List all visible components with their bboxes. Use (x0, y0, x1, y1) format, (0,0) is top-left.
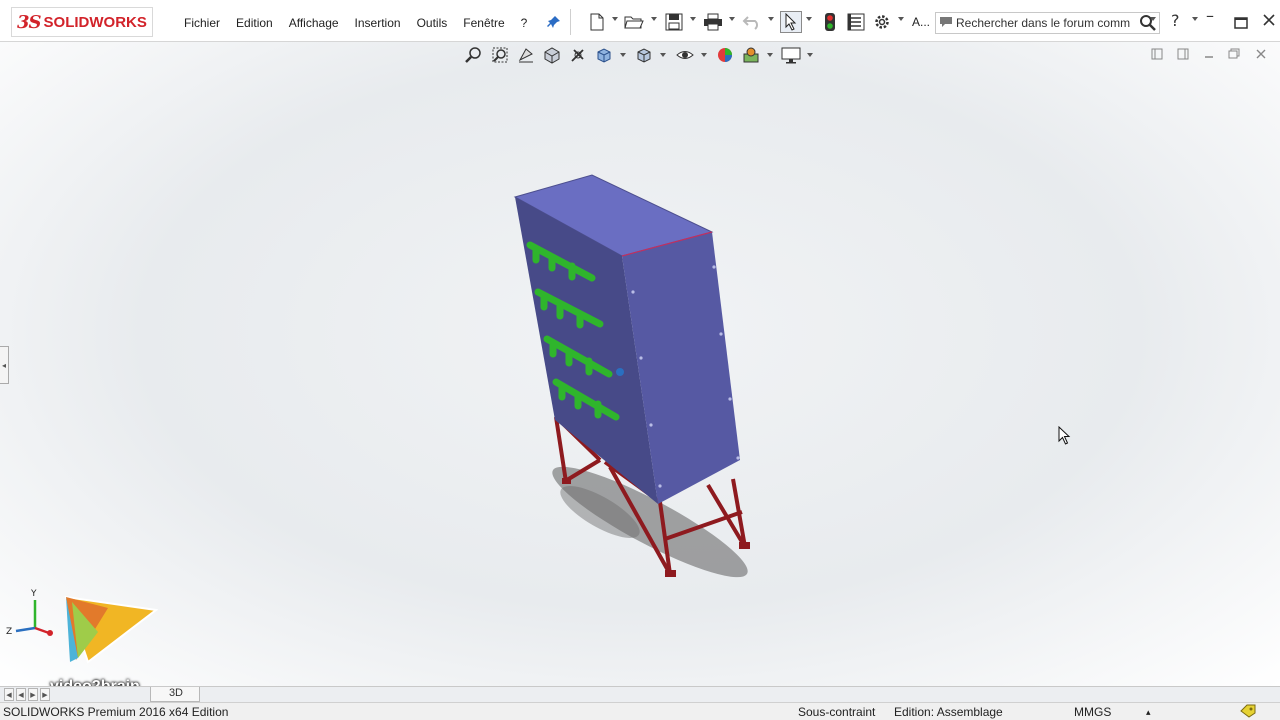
tile-left-icon[interactable] (1151, 48, 1163, 63)
hide-show-dropdown-icon[interactable] (701, 53, 707, 57)
solidworks-wordmark: SOLIDWORKS (43, 13, 147, 31)
menu-edition[interactable]: Edition (228, 13, 281, 33)
dynamic-annotation-icon[interactable] (568, 45, 588, 65)
title-bar: 3S SOLIDWORKS Fichier Edition Affichage … (0, 0, 1280, 42)
status-constraint: Sous-contraint (798, 705, 876, 719)
help-dropdown-icon[interactable] (1192, 17, 1198, 21)
toolbar-overflow-label[interactable]: A... (912, 15, 930, 29)
menu-fichier[interactable]: Fichier (176, 13, 228, 33)
open-dropdown-icon[interactable] (651, 17, 657, 21)
rebuild-traffic-light-icon[interactable] (819, 11, 841, 33)
print-dropdown-icon[interactable] (729, 17, 735, 21)
new-dropdown-icon[interactable] (612, 17, 618, 21)
close-window-icon[interactable] (1262, 12, 1276, 31)
minimize-window-icon[interactable]: – (1206, 6, 1214, 25)
menu-affichage[interactable]: Affichage (281, 13, 347, 33)
menu-bar: Fichier Edition Affichage Insertion Outi… (176, 13, 535, 33)
tab-prev-icon[interactable]: ◀ (16, 688, 26, 701)
apply-scene-icon[interactable] (741, 45, 761, 65)
undo-dropdown-icon[interactable] (768, 17, 774, 21)
view-settings-icon[interactable] (781, 45, 801, 65)
menu-fenetre[interactable]: Fenêtre (455, 13, 512, 33)
menu-insertion[interactable]: Insertion (347, 13, 409, 33)
doc-minimize-icon[interactable] (1203, 48, 1215, 63)
tag-icon[interactable] (1240, 704, 1256, 720)
tab-first-icon[interactable]: ◀ (4, 688, 14, 701)
mouse-cursor-icon (1058, 425, 1072, 449)
triad-x-axis (34, 626, 50, 635)
menu-outils[interactable]: Outils (409, 13, 456, 33)
zoom-to-fit-icon[interactable] (464, 45, 484, 65)
file-properties-icon[interactable] (845, 11, 867, 33)
search-input[interactable]: Rechercher dans le forum comm (956, 16, 1137, 30)
video2brain-logo (48, 592, 159, 671)
model-tab-strip: ◀ ◀ ▶ ▶ 3D (0, 686, 1280, 702)
triad-y-label: Y (30, 589, 37, 599)
view-orientation-dropdown-icon[interactable] (620, 53, 626, 57)
tab-last-icon[interactable]: ▶ (40, 688, 50, 701)
section-view-icon[interactable] (542, 45, 562, 65)
select-dropdown-icon[interactable] (806, 17, 812, 21)
view-orientation-icon[interactable] (594, 45, 614, 65)
ds-logo-mark: 3S (17, 11, 42, 33)
pushpin-icon[interactable] (547, 15, 561, 33)
solidworks-logo[interactable]: 3S SOLIDWORKS (11, 7, 153, 37)
display-style-dropdown-icon[interactable] (660, 53, 666, 57)
display-style-icon[interactable] (634, 45, 654, 65)
tab-3d-views[interactable]: 3D (150, 687, 200, 702)
undo-icon[interactable] (741, 11, 763, 33)
open-folder-icon[interactable] (623, 11, 645, 33)
doc-close-icon[interactable] (1255, 48, 1267, 63)
toolbar-separator (570, 9, 571, 35)
options-dropdown-icon[interactable] (898, 17, 904, 21)
help-button[interactable]: ? (1171, 11, 1180, 30)
previous-view-icon[interactable] (516, 45, 536, 65)
save-dropdown-icon[interactable] (690, 17, 696, 21)
units-caret-icon[interactable]: ▴ (1146, 707, 1151, 718)
assembly-model[interactable] (0, 42, 1280, 686)
blue-fitting (616, 368, 624, 376)
maximize-window-icon[interactable] (1234, 14, 1248, 33)
graphics-area[interactable]: ◂ Y Z (0, 42, 1280, 686)
new-document-icon[interactable] (586, 11, 608, 33)
status-units[interactable]: MMGS (1074, 705, 1111, 719)
search-dropdown-icon[interactable] (1150, 17, 1156, 21)
tile-right-icon[interactable] (1177, 48, 1189, 63)
print-icon[interactable] (702, 11, 724, 33)
select-arrow-icon[interactable] (780, 11, 802, 33)
menu-help[interactable]: ? (513, 13, 536, 33)
edit-appearance-icon[interactable] (715, 45, 735, 65)
status-product: SOLIDWORKS Premium 2016 x64 Edition (3, 705, 229, 719)
forum-search-box[interactable]: Rechercher dans le forum comm (935, 12, 1160, 34)
hide-show-items-icon[interactable] (675, 45, 695, 65)
video2brain-wordmark: video2brain (50, 678, 140, 686)
view-settings-dropdown-icon[interactable] (807, 53, 813, 57)
apply-scene-dropdown-icon[interactable] (767, 53, 773, 57)
status-edit-mode: Edition: Assemblage (894, 705, 1003, 719)
triad-z-axis (15, 626, 36, 633)
doc-restore-icon[interactable] (1228, 48, 1240, 63)
triad-z-label: Z (6, 627, 12, 637)
tab-next-icon[interactable]: ▶ (28, 688, 38, 701)
status-bar: SOLIDWORKS Premium 2016 x64 Edition Sous… (0, 702, 1280, 720)
forum-chat-bubble-icon (936, 16, 956, 31)
options-gear-icon[interactable] (871, 11, 893, 33)
save-icon[interactable] (663, 11, 685, 33)
zoom-to-area-icon[interactable] (490, 45, 510, 65)
